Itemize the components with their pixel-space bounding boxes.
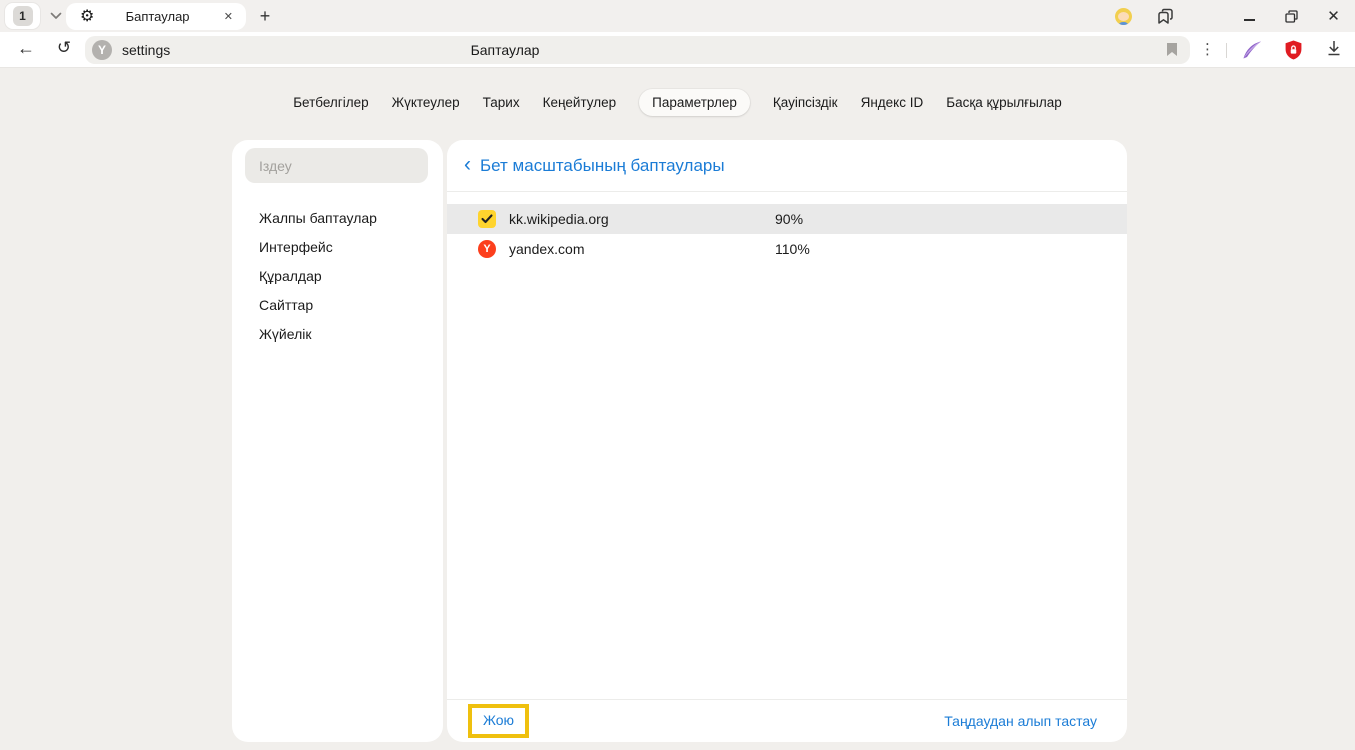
site-name: kk.wikipedia.org [509, 211, 775, 227]
settings-nav: Бетбелгілер Жүктеулер Тарих Кеңейтулер П… [0, 89, 1355, 116]
section-title: Бет масштабының баптаулары [480, 156, 725, 176]
kebab-menu-icon: ⋮ [1200, 41, 1215, 58]
plus-icon: + [260, 6, 271, 27]
tab-groups-icon [1157, 8, 1174, 25]
zoom-row-wikipedia[interactable]: kk.wikipedia.org 90% [447, 204, 1127, 234]
zoom-value: 90% [775, 211, 803, 227]
feather-icon [1242, 40, 1263, 60]
zoom-rows: kk.wikipedia.org 90% Y yandex.com 110% [447, 204, 1127, 699]
minimize-icon [1244, 19, 1255, 21]
page-favicon-icon: Y [92, 40, 112, 60]
search-input[interactable] [245, 148, 428, 183]
nav-tab-bookmarks[interactable]: Бетбелгілер [293, 89, 368, 116]
nav-tab-yandex-id[interactable]: Яндекс ID [861, 89, 924, 116]
back-header[interactable]: ‹ Бет масштабының баптаулары [447, 140, 1127, 191]
deselect-button[interactable]: Таңдаудан алып тастау [944, 713, 1097, 729]
address-text: settings [122, 42, 170, 58]
settings-sidebar: Жалпы баптаулар Интерфейс Құралдар Сайтт… [232, 140, 443, 742]
sidebar-item-tools[interactable]: Құралдар [232, 261, 443, 290]
sidebar-item-sites[interactable]: Сайттар [232, 290, 443, 319]
bookmark-button[interactable] [1166, 42, 1178, 57]
active-browser-tab[interactable]: ⚙ Баптаулар ✕ [66, 3, 246, 30]
back-button[interactable]: ← [14, 38, 38, 59]
avatar-body [1119, 22, 1128, 25]
tab-panel-button[interactable] [1157, 8, 1174, 25]
zoom-value: 110% [775, 241, 810, 257]
site-name: yandex.com [509, 241, 775, 257]
download-icon [1326, 40, 1342, 57]
profile-avatar[interactable] [1115, 8, 1132, 25]
reload-button[interactable]: ↻ [52, 38, 76, 58]
yandex-favicon-icon: Y [478, 240, 496, 258]
tab-list-chevron-button[interactable] [44, 0, 68, 32]
bookmark-icon [1166, 42, 1178, 57]
gear-icon: ⚙ [80, 9, 94, 25]
downloads-button[interactable] [1326, 40, 1342, 57]
back-chevron-icon: ‹ [464, 154, 471, 175]
omnibox[interactable]: Y settings Баптаулар [85, 36, 1190, 64]
nav-tab-settings[interactable]: Параметрлер [639, 89, 750, 116]
avatar-face [1118, 12, 1129, 21]
tab-strip: 1 ⚙ Баптаулар ✕ + [0, 0, 1355, 32]
delete-button[interactable]: Жою [483, 712, 514, 728]
checkmark-icon [481, 214, 493, 224]
card-footer: Жою Таңдаудан алып тастау [447, 700, 1127, 742]
address-bar-row: ← ↻ Y settings Баптаулар ⋮ [0, 32, 1355, 68]
window-restore-button[interactable] [1283, 8, 1300, 25]
nav-tab-history[interactable]: Тарих [483, 89, 520, 116]
nav-tab-downloads[interactable]: Жүктеулер [392, 89, 460, 116]
delete-highlight-box: Жою [468, 704, 529, 738]
toolbar-divider [1226, 43, 1227, 58]
chevron-down-icon [50, 12, 62, 20]
nav-tab-other-devices[interactable]: Басқа құрылғылар [946, 89, 1062, 116]
sidebar-item-interface[interactable]: Интерфейс [232, 232, 443, 261]
window-minimize-button[interactable] [1241, 8, 1258, 25]
page-actions-button[interactable]: ⋮ [1200, 40, 1212, 58]
tab-title: Баптаулар [94, 9, 220, 24]
sidebar-list: Жалпы баптаулар Интерфейс Құралдар Сайтт… [232, 203, 443, 348]
new-tab-button[interactable]: + [252, 0, 278, 32]
protect-shield-button[interactable] [1284, 39, 1303, 61]
header-divider [447, 191, 1127, 192]
tab-close-icon[interactable]: ✕ [221, 8, 236, 25]
row-checkbox-checked[interactable] [478, 210, 496, 228]
browser-menu-button[interactable] [1199, 8, 1216, 25]
shield-lock-icon [1284, 39, 1303, 61]
reload-icon: ↻ [57, 38, 71, 57]
back-arrow-icon: ← [17, 38, 35, 58]
window-close-button[interactable]: ✕ [1325, 8, 1342, 25]
sidebar-item-system[interactable]: Жүйелік [232, 319, 443, 348]
nav-tab-extensions[interactable]: Кеңейтулер [543, 89, 617, 116]
page-zoom-settings-panel: ‹ Бет масштабының баптаулары kk.wikipedi… [447, 140, 1127, 742]
sidebar-item-general[interactable]: Жалпы баптаулар [232, 203, 443, 232]
tab-counter-button[interactable]: 1 [5, 3, 40, 29]
page-title: Баптаулар [440, 42, 570, 58]
extension-feather-button[interactable] [1242, 40, 1263, 60]
restore-icon [1285, 10, 1298, 23]
nav-tab-security[interactable]: Қауіпсіздік [773, 89, 838, 116]
close-icon: ✕ [1327, 9, 1340, 24]
tab-count: 1 [13, 6, 33, 26]
zoom-row-yandex[interactable]: Y yandex.com 110% [447, 234, 1127, 264]
